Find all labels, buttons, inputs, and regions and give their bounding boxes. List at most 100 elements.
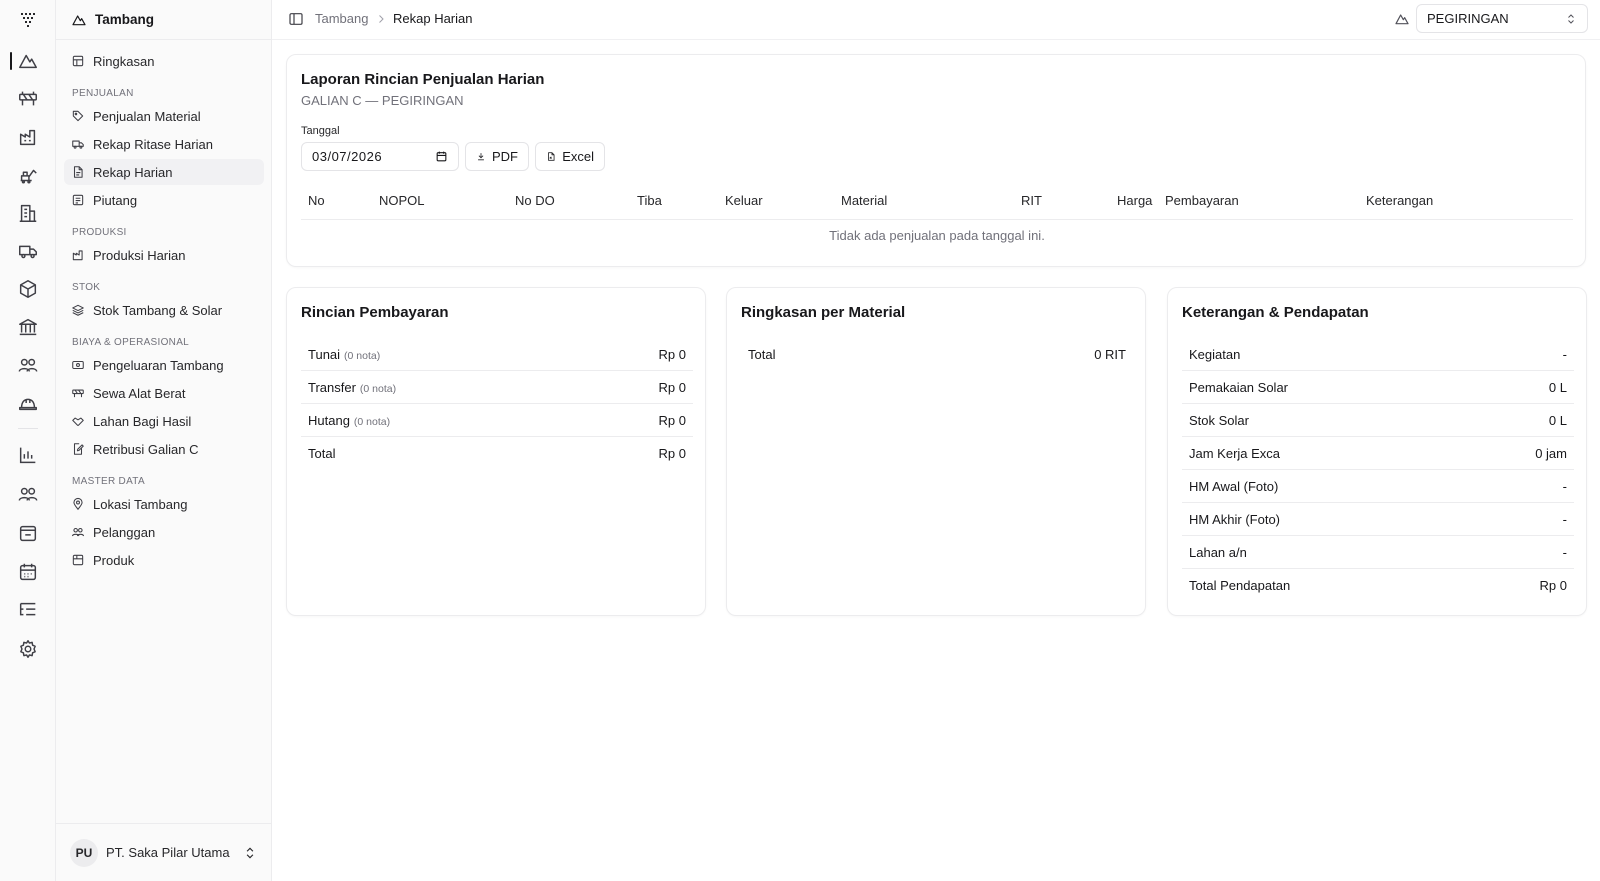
column-header: NOPOL <box>379 193 425 208</box>
table-header-divider <box>301 219 1573 220</box>
sidebar-item-penjualan-material[interactable]: Penjualan Material <box>64 103 264 129</box>
sidebar-item-label: Pengeluaran Tambang <box>93 357 224 373</box>
location-select[interactable]: PEGIRINGAN <box>1416 4 1588 33</box>
column-header: No <box>308 193 325 208</box>
row-label: Hutang <box>308 412 350 428</box>
calendar-icon[interactable] <box>435 150 448 163</box>
income-notes-card: Keterangan & Pendapatan Kegiatan - Pemak… <box>1167 287 1587 616</box>
mountain-icon <box>72 14 86 25</box>
sidebar-item-rekap-harian[interactable]: Rekap Harian <box>64 159 264 185</box>
row-label: Stok Solar <box>1189 412 1249 428</box>
card-title: Ringkasan per Material <box>741 304 906 321</box>
settings-gear-icon[interactable] <box>17 638 39 660</box>
export-pdf-button[interactable]: PDF <box>465 142 529 171</box>
row-note: (0 nota) <box>344 349 381 362</box>
receipt-icon <box>72 194 84 206</box>
table-row: Hutang (0 nota) Rp 0 <box>301 404 693 437</box>
table-row: Total Rp 0 <box>301 437 693 470</box>
date-input[interactable]: 03/07/2026 <box>301 142 459 171</box>
sidebar-item-sewa-alat-berat[interactable]: Sewa Alat Berat <box>64 380 264 406</box>
sidebar-group-label: PENJUALAN <box>72 88 134 99</box>
row-label: Tunai <box>308 346 341 362</box>
card-title: Keterangan & Pendapatan <box>1182 304 1369 321</box>
handshake-icon <box>72 417 84 426</box>
sidebar-item-piutang[interactable]: Piutang <box>64 187 264 213</box>
row-value: Rp 0 <box>658 412 686 428</box>
sidebar-toggle-icon[interactable] <box>288 11 304 27</box>
barrier-icon[interactable] <box>17 88 39 110</box>
location-select-value: PEGIRINGAN <box>1427 11 1509 26</box>
sidebar-item-stok-tambang-solar[interactable]: Stok Tambang & Solar <box>64 297 264 323</box>
export-excel-label: Excel <box>562 149 594 164</box>
sidebar-item-retribusi-galian-c[interactable]: Retribusi Galian C <box>64 436 264 462</box>
sidebar-item-produk[interactable]: Produk <box>64 547 264 573</box>
truck-icon[interactable] <box>17 240 39 262</box>
sidebar-item-label: Ringkasan <box>93 53 155 69</box>
report-card: Laporan Rincian Penjualan Harian GALIAN … <box>286 54 1586 267</box>
sidebar-item-label: Lahan Bagi Hasil <box>93 413 192 429</box>
row-label: HM Awal (Foto) <box>1189 478 1279 494</box>
avatar: PU <box>70 838 98 867</box>
top-bar: Tambang Rekap Harian PEGIRINGAN <box>272 0 1600 40</box>
row-value: 0 jam <box>1535 445 1567 461</box>
sidebar-item-pelanggan[interactable]: Pelanggan <box>64 519 264 545</box>
users-icon <box>71 527 85 537</box>
store-icon[interactable] <box>17 522 39 544</box>
row-value: - <box>1562 511 1567 527</box>
sidebar-item-lahan-bagi-hasil[interactable]: Lahan Bagi Hasil <box>64 408 264 434</box>
mountain-icon[interactable] <box>17 50 39 72</box>
list-tree-icon[interactable] <box>17 599 39 621</box>
helmet-icon[interactable] <box>17 392 39 414</box>
organization-switcher[interactable]: PU PT. Saka Pilar Utama <box>56 823 271 881</box>
sidebar-item-pengeluaran-tambang[interactable]: Pengeluaran Tambang <box>64 352 264 378</box>
table-row: Total 0 RIT <box>741 338 1133 371</box>
file-icon <box>73 166 83 178</box>
sidebar-item-label: Rekap Ritase Harian <box>93 136 213 152</box>
barrier-icon <box>72 389 84 398</box>
sidebar-item-produksi-harian[interactable]: Produksi Harian <box>64 242 264 268</box>
rail-separator <box>18 428 38 429</box>
export-pdf-label: PDF <box>492 149 518 164</box>
users-icon[interactable] <box>17 354 39 376</box>
layout-icon <box>72 55 84 67</box>
sidebar-item-ringkasan[interactable]: Ringkasan <box>64 48 264 74</box>
excavator-icon[interactable] <box>17 164 39 186</box>
factory-icon[interactable] <box>17 126 39 148</box>
building-icon[interactable] <box>17 202 39 224</box>
file-spreadsheet-icon <box>548 152 555 161</box>
breadcrumb-current: Rekap Harian <box>393 11 473 26</box>
row-value: 0 L <box>1548 412 1567 428</box>
row-value: Rp 0 <box>658 379 686 395</box>
sidebar-item-rekap-ritase-harian[interactable]: Rekap Ritase Harian <box>64 131 264 157</box>
sidebar-item-label: Produk <box>93 552 135 568</box>
sidebar-item-label: Piutang <box>93 192 138 208</box>
package-icon <box>72 554 84 566</box>
bar-chart-icon[interactable] <box>17 444 39 466</box>
sidebar-header[interactable]: Tambang <box>56 0 271 40</box>
row-label: Total <box>308 446 336 461</box>
download-icon <box>478 153 484 161</box>
row-label: Kegiatan <box>1189 346 1241 362</box>
table-row: Pemakaian Solar 0 L <box>1182 371 1574 404</box>
sidebar-item-lokasi-tambang[interactable]: Lokasi Tambang <box>64 491 264 517</box>
breadcrumb-tambang[interactable]: Tambang <box>315 11 368 26</box>
row-value: Rp 0 <box>1539 578 1567 593</box>
bank-icon[interactable] <box>17 316 39 338</box>
calendar-icon[interactable] <box>17 561 39 583</box>
sidebar-item-label: Pelanggan <box>93 524 156 540</box>
row-value: 0 RIT <box>1094 347 1126 362</box>
export-excel-button[interactable]: Excel <box>535 142 605 171</box>
chevron-right-icon <box>379 15 384 23</box>
row-note: (0 nota) <box>359 382 397 395</box>
row-note: (0 nota) <box>353 415 391 428</box>
sidebar-title: Tambang <box>95 12 155 27</box>
sidebar-item-label: Penjualan Material <box>93 108 201 124</box>
report-subtitle: GALIAN C — PEGIRINGAN <box>301 93 464 108</box>
team-icon[interactable] <box>17 483 39 505</box>
sidebar-group-label: MASTER DATA <box>72 476 145 487</box>
box-icon[interactable] <box>17 278 39 300</box>
app-logo-icon[interactable] <box>18 10 38 30</box>
row-label: Transfer <box>308 379 356 395</box>
date-label: Tanggal <box>301 125 340 137</box>
sidebar-item-label: Rekap Harian <box>93 164 173 180</box>
